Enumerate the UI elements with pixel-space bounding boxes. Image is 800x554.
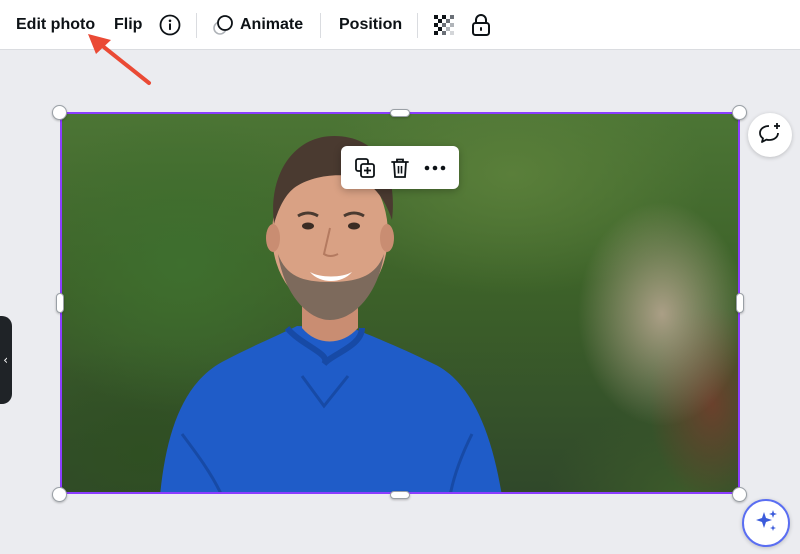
animate-button[interactable]: Animate xyxy=(240,0,303,50)
transparency-icon[interactable] xyxy=(431,12,457,38)
toolbar-divider xyxy=(320,13,321,38)
resize-handle-top-right[interactable] xyxy=(732,105,747,120)
resize-handle-top[interactable] xyxy=(390,109,410,117)
chevron-left-icon: ‹ xyxy=(3,353,8,367)
annotation-arrow-icon xyxy=(88,34,151,85)
resize-handle-top-left[interactable] xyxy=(52,105,67,120)
toolbar-divider xyxy=(196,13,197,38)
info-icon[interactable] xyxy=(157,12,183,38)
duplicate-icon[interactable] xyxy=(350,153,380,183)
lock-icon[interactable] xyxy=(468,12,494,38)
toolbar-divider xyxy=(417,13,418,38)
edit-photo-button[interactable]: Edit photo xyxy=(16,0,95,50)
add-comment-button[interactable] xyxy=(748,113,792,157)
collapse-panel-tab[interactable]: ‹ xyxy=(0,316,12,404)
resize-handle-bottom-right[interactable] xyxy=(732,487,747,502)
more-icon[interactable] xyxy=(420,153,450,183)
sparkle-icon xyxy=(753,508,779,539)
animate-icon[interactable] xyxy=(210,12,236,38)
resize-handle-right[interactable] xyxy=(736,293,744,313)
position-button[interactable]: Position xyxy=(339,0,402,50)
element-context-menu xyxy=(341,146,459,189)
magic-assistant-button[interactable] xyxy=(742,499,790,547)
resize-handle-left[interactable] xyxy=(56,293,64,313)
trash-icon[interactable] xyxy=(385,153,415,183)
resize-handle-bottom-left[interactable] xyxy=(52,487,67,502)
add-comment-icon xyxy=(758,122,782,149)
resize-handle-bottom[interactable] xyxy=(390,491,410,499)
